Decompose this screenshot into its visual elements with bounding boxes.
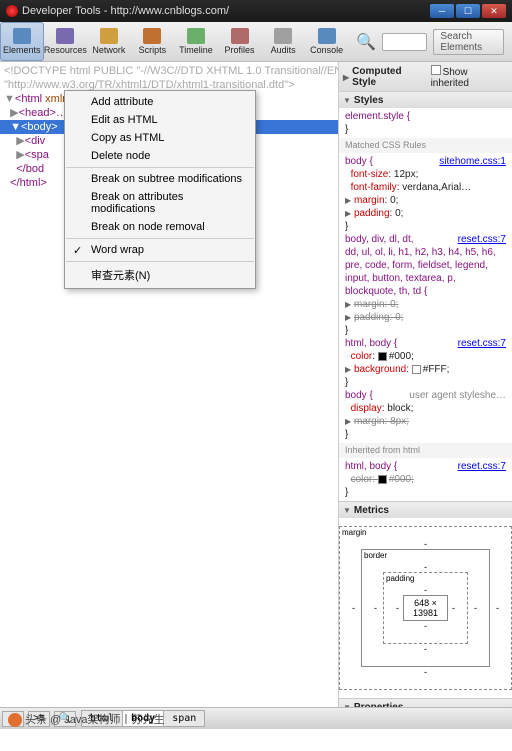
source-link[interactable]: reset.css:7 xyxy=(458,233,506,246)
menu-word-wrap[interactable]: Word wrap xyxy=(65,241,255,259)
window-title: Developer Tools - http://www.cnblogs.com… xyxy=(22,5,229,17)
properties-header[interactable]: Properties xyxy=(339,699,512,707)
menu-separator xyxy=(66,261,254,262)
console-icon xyxy=(318,28,336,44)
menu-separator xyxy=(66,167,254,168)
tab-profiles[interactable]: Profiles xyxy=(218,22,262,61)
elements-icon xyxy=(13,28,31,44)
avatar-icon xyxy=(8,713,22,727)
metrics-header[interactable]: Metrics xyxy=(339,502,512,518)
menu-copy-html[interactable]: Copy as HTML xyxy=(65,129,255,147)
timeline-icon xyxy=(187,28,205,44)
source-link[interactable]: sitehome.css:1 xyxy=(439,155,506,168)
maximize-button[interactable]: ☐ xyxy=(456,4,480,18)
tab-scripts[interactable]: Scripts xyxy=(131,22,175,61)
tab-timeline[interactable]: Timeline xyxy=(174,22,218,61)
attribution: 头条 @ Java架构师丨苏先生 xyxy=(8,711,165,727)
context-menu: Add attribute Edit as HTML Copy as HTML … xyxy=(64,90,256,289)
metrics-box: margin - - border - - padding - - 648 × … xyxy=(339,518,512,698)
show-inherited-checkbox[interactable] xyxy=(431,65,441,75)
tab-elements[interactable]: Elements xyxy=(0,22,44,61)
crumb-span[interactable]: span xyxy=(163,710,205,727)
menu-break-subtree[interactable]: Break on subtree modifications xyxy=(65,170,255,188)
menu-edit-html[interactable]: Edit as HTML xyxy=(65,111,255,129)
tab-resources[interactable]: Resources xyxy=(44,22,88,61)
styles-header[interactable]: Styles xyxy=(339,92,512,108)
window-controls: ─ ☐ ✕ xyxy=(430,4,506,18)
menu-delete-node[interactable]: Delete node xyxy=(65,147,255,165)
scripts-icon xyxy=(143,28,161,44)
source-link[interactable]: reset.css:7 xyxy=(458,460,506,473)
menu-break-attributes[interactable]: Break on attributes modifications xyxy=(65,188,255,218)
dom-tree-panel[interactable]: <!DOCTYPE html PUBLIC "-//W3C//DTD XHTML… xyxy=(0,62,338,707)
network-icon xyxy=(100,28,118,44)
styles-body: element.style { } Matched CSS Rules body… xyxy=(339,108,512,501)
close-button[interactable]: ✕ xyxy=(482,4,506,18)
tab-console[interactable]: Console xyxy=(305,22,349,61)
tab-audits[interactable]: Audits xyxy=(261,22,305,61)
menu-break-removal[interactable]: Break on node removal xyxy=(65,218,255,236)
toolbar: Elements Resources Network Scripts Timel… xyxy=(0,22,512,62)
styles-sidebar: Computed StyleShow inherited Styles elem… xyxy=(338,62,512,707)
doctype-line[interactable]: <!DOCTYPE html PUBLIC "-//W3C//DTD XHTML… xyxy=(0,64,338,78)
search-elements-button[interactable]: Search Elements xyxy=(433,29,504,55)
tab-network[interactable]: Network xyxy=(87,22,131,61)
minimize-button[interactable]: ─ xyxy=(430,4,454,18)
source-link[interactable]: reset.css:7 xyxy=(458,337,506,350)
profiles-icon xyxy=(231,28,249,44)
menu-add-attribute[interactable]: Add attribute xyxy=(65,93,255,111)
search-input[interactable] xyxy=(382,33,427,51)
audits-icon xyxy=(274,28,292,44)
titlebar: Developer Tools - http://www.cnblogs.com… xyxy=(0,0,512,22)
devtools-window: Developer Tools - http://www.cnblogs.com… xyxy=(0,0,512,751)
menu-separator xyxy=(66,238,254,239)
resources-icon xyxy=(56,28,74,44)
computed-style-header[interactable]: Computed StyleShow inherited xyxy=(339,62,512,91)
menu-inspect-element[interactable]: 审查元素(N) xyxy=(65,264,255,286)
chrome-icon xyxy=(6,5,18,17)
search-icon: 🔍 xyxy=(356,32,376,52)
toolbar-search: 🔍 Search Elements xyxy=(348,22,512,61)
